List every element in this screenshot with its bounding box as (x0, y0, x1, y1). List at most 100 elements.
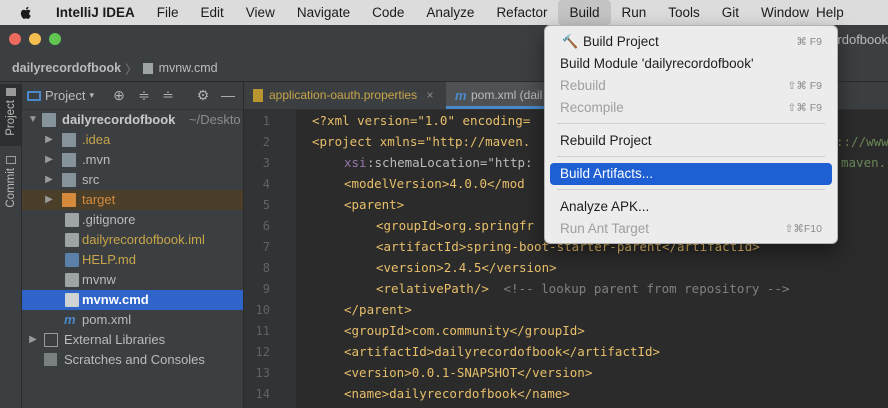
tree-item-label: .idea (82, 132, 111, 147)
menu-analyze[interactable]: Analyze (415, 0, 485, 25)
menu-code[interactable]: Code (361, 0, 415, 25)
line-number: 10 (255, 303, 270, 317)
tab-application-oauth[interactable]: application-oauth.properties × (244, 82, 469, 109)
menu-edit[interactable]: Edit (190, 0, 235, 25)
chevron-right-icon[interactable]: ▶ (44, 150, 54, 170)
tree-item-label: HELP.md (82, 252, 136, 267)
expand-all-icon[interactable]: ≑ (135, 86, 153, 104)
project-tool-label: Project (4, 100, 17, 136)
scratches-icon (44, 353, 57, 366)
menu-item-analyze-apk[interactable]: Analyze APK... (550, 196, 832, 218)
menu-run[interactable]: Run (611, 0, 658, 25)
line-number: 4 (262, 177, 270, 191)
line-number: 6 (262, 219, 270, 233)
module-file-icon (65, 233, 79, 247)
menu-item-recompile: Recompile ⇧⌘ F9 (550, 97, 832, 119)
tree-item-mvnw[interactable]: mvnw (22, 270, 243, 290)
breadcrumb-file[interactable]: mvnw.cmd (154, 61, 218, 75)
hide-panel-icon[interactable]: — (219, 86, 237, 104)
tree-item-label: External Libraries (64, 332, 166, 347)
tree-item-scratches[interactable]: Scratches and Consoles (22, 350, 243, 370)
chevron-right-icon[interactable]: ▶ (44, 190, 54, 210)
tree-item-iml[interactable]: dailyrecordofbook.iml (22, 230, 243, 250)
chevron-right-icon[interactable]: ▶ (28, 330, 38, 350)
tree-item-label: .mvn (82, 152, 111, 167)
properties-file-icon (253, 89, 263, 102)
menu-item-label: Recompile (560, 100, 624, 115)
chevron-down-icon[interactable]: ▼ (28, 110, 38, 130)
menu-refactor[interactable]: Refactor (485, 0, 558, 25)
menu-tools[interactable]: Tools (657, 0, 711, 25)
chevron-right-icon[interactable]: ▶ (44, 170, 54, 190)
close-window-button[interactable] (9, 33, 21, 45)
menu-item-rebuild: Rebuild ⇧⌘ F9 (550, 75, 832, 97)
left-tool-strip: Project Commit (0, 82, 22, 408)
minimize-window-button[interactable] (29, 33, 41, 45)
folder-icon (62, 153, 76, 167)
tree-item-external-libraries[interactable]: ▶ External Libraries (22, 330, 243, 350)
tree-item-target[interactable]: ▶ target (22, 190, 243, 210)
project-view-label: Project (45, 88, 86, 103)
line-number: 1 (262, 114, 270, 128)
tree-item-src[interactable]: ▶ src (22, 170, 243, 190)
breadcrumb-separator-icon: 〉 (125, 62, 138, 77)
menu-build[interactable]: Build (558, 0, 611, 25)
locate-file-icon[interactable]: ⊕ (110, 86, 128, 104)
root-project-path: ~/Deskto (189, 112, 241, 127)
project-tool-tab[interactable]: Project (0, 84, 21, 146)
build-menu: 🔨 Build Project ⌘ F9 Build Module 'daily… (544, 25, 838, 244)
file-icon (65, 293, 79, 307)
tree-item-mvn[interactable]: ▶ .mvn (22, 150, 243, 170)
tree-item-pom[interactable]: m pom.xml (22, 310, 243, 330)
menu-git[interactable]: Git (711, 0, 750, 25)
project-icon (27, 90, 41, 101)
menu-navigate[interactable]: Navigate (286, 0, 361, 25)
menu-item-build-artifacts[interactable]: Build Artifacts... (550, 163, 832, 185)
menu-item-build-project[interactable]: 🔨 Build Project ⌘ F9 (550, 31, 832, 53)
markdown-icon (65, 253, 79, 267)
tree-item-idea[interactable]: ▶ .idea (22, 130, 243, 150)
line-number: 2 (262, 135, 270, 149)
menu-help[interactable]: Help (805, 0, 855, 25)
menu-view[interactable]: View (235, 0, 286, 25)
menu-shortcut: ⇧⌘ F9 (787, 102, 822, 114)
menu-file[interactable]: File (146, 0, 190, 25)
tree-item-label: Scratches and Consoles (64, 352, 205, 367)
menu-intellij-idea[interactable]: IntelliJ IDEA (54, 0, 146, 25)
chevron-right-icon[interactable]: ▶ (44, 130, 54, 150)
chevron-down-icon: ▾ (89, 90, 94, 100)
tree-item-mvnw-cmd[interactable]: mvnw.cmd (22, 290, 243, 310)
gear-icon[interactable]: ⚙ (194, 86, 212, 104)
commit-tool-tab[interactable]: Commit (0, 152, 21, 212)
folder-icon (62, 133, 76, 147)
breadcrumb-project[interactable]: dailyrecordofbook (0, 61, 121, 75)
tree-item-label: target (82, 192, 116, 207)
code-line-fragment: maven. (841, 155, 887, 170)
menu-item-rebuild-project[interactable]: Rebuild Project (550, 130, 832, 152)
menu-item-label: Analyze APK... (560, 199, 650, 214)
file-icon (65, 213, 79, 227)
tree-item-label: mvnw (82, 272, 116, 287)
collapse-all-icon[interactable]: ≐ (159, 86, 177, 104)
apple-icon[interactable] (18, 5, 34, 21)
tree-item-gitignore[interactable]: .gitignore (22, 210, 243, 230)
tab-label: application-oauth.properties (269, 88, 418, 102)
zoom-window-button[interactable] (49, 33, 61, 45)
line-number: 11 (255, 324, 270, 338)
menu-item-build-module[interactable]: Build Module 'dailyrecordofbook' (550, 53, 832, 75)
menu-item-label: Build Project (583, 34, 659, 49)
menu-shortcut: ⌘ F9 (796, 36, 822, 48)
menu-item-label: Build Module 'dailyrecordofbook' (560, 56, 754, 71)
maven-icon: m (64, 312, 76, 327)
line-number: 12 (255, 345, 270, 359)
line-number: 13 (255, 366, 270, 380)
close-icon[interactable]: × (426, 88, 433, 102)
menu-item-label: Rebuild (560, 78, 606, 93)
project-view-selector[interactable]: Project ▾ (22, 88, 94, 103)
tree-item-help-md[interactable]: HELP.md (22, 250, 243, 270)
project-panel-header: Project ▾ ⊕ ≑ ≐ ⚙ — (22, 82, 243, 110)
menu-item-label: Run Ant Target (560, 221, 650, 236)
tree-root[interactable]: ▼ dailyrecordofbook ~/Deskto (22, 110, 243, 130)
maven-icon: m (455, 88, 467, 103)
line-number: 8 (262, 261, 270, 275)
